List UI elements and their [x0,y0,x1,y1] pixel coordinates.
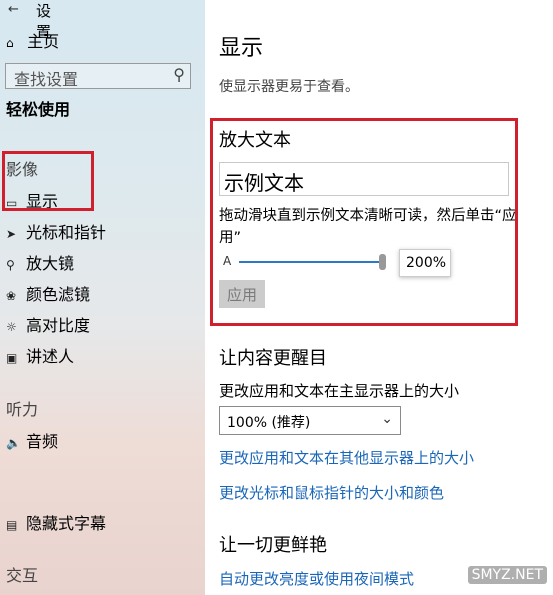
sidebar: ← 设置 ⌂ 主页 查找设置 ⚲ 轻松使用 影像 ▭ 显示 ➤ 光标和指针 ⚲ 放大镜… [0,0,205,595]
captions-icon: ▤ [6,518,18,532]
main-content: 显示 使显示器更易于查看。 放大文本 示例文本 拖动滑块直到示例文本清晰可读，然… [205,0,553,595]
sidebar-item-audio[interactable]: 🔈 音频 [6,428,59,451]
scale-dropdown[interactable]: 100% (推荐) ⌄ [219,406,401,435]
link-brightness[interactable]: 自动更改亮度或使用夜间模式 [219,568,414,589]
section-hearing: 听力 [6,400,39,419]
sidebar-item-label: 放大镜 [26,254,75,273]
chevron-down-icon: ⌄ [381,411,393,427]
back-arrow-icon[interactable]: ← [8,2,19,17]
sidebar-item-magnifier[interactable]: ⚲ 放大镜 [6,250,75,273]
brighter-heading: 让一切更鲜艳 [219,535,327,556]
search-icon[interactable]: ⚲ [173,65,185,84]
link-other-displays[interactable]: 更改应用和文本在其他显示器上的大小 [219,447,474,468]
narrator-icon: ▣ [6,351,18,365]
make-bigger-heading: 让内容更醒目 [219,348,327,369]
sidebar-item-high-contrast[interactable]: ☼ 高对比度 [6,312,91,335]
sidebar-item-cursor[interactable]: ➤ 光标和指针 [6,219,107,242]
page-description: 使显示器更易于查看。 [219,79,359,95]
sidebar-item-label: 讲述人 [26,347,75,366]
nav-home-label: 主页 [27,32,60,51]
highlight-box-sidebar [2,151,94,211]
search-box[interactable]: 查找设置 ⚲ [5,63,191,89]
category-title: 轻松使用 [6,100,71,119]
watermark: SMYZ.NET [467,566,547,584]
nav-home[interactable]: ⌂ 主页 [6,28,59,52]
cursor-icon: ➤ [6,227,17,241]
sidebar-item-label: 颜色滤镜 [26,285,91,304]
speaker-icon: 🔈 [6,436,21,450]
sidebar-item-narrator[interactable]: ▣ 讲述人 [6,343,75,366]
page-title: 显示 [219,36,264,61]
magnifier-icon: ⚲ [6,258,15,272]
section-interaction: 交互 [6,566,39,585]
highlight-box-enlarge-text [210,118,518,326]
scale-label: 更改应用和文本在主显示器上的大小 [219,382,460,400]
sidebar-item-label: 高对比度 [26,316,91,335]
home-icon: ⌂ [6,36,14,50]
sidebar-item-label: 音频 [26,432,59,451]
sidebar-item-label: 隐藏式字幕 [26,514,107,533]
sidebar-item-color-filters[interactable]: ❀ 颜色滤镜 [6,281,91,304]
sidebar-item-captions[interactable]: ▤ 隐藏式字幕 [6,510,107,533]
contrast-icon: ☼ [6,320,17,334]
link-cursor-size[interactable]: 更改光标和鼠标指针的大小和颜色 [219,482,444,503]
scale-dropdown-value: 100% (推荐) [227,415,311,431]
sidebar-item-label: 光标和指针 [26,223,107,242]
color-filter-icon: ❀ [6,289,17,303]
search-placeholder: 查找设置 [14,70,79,89]
